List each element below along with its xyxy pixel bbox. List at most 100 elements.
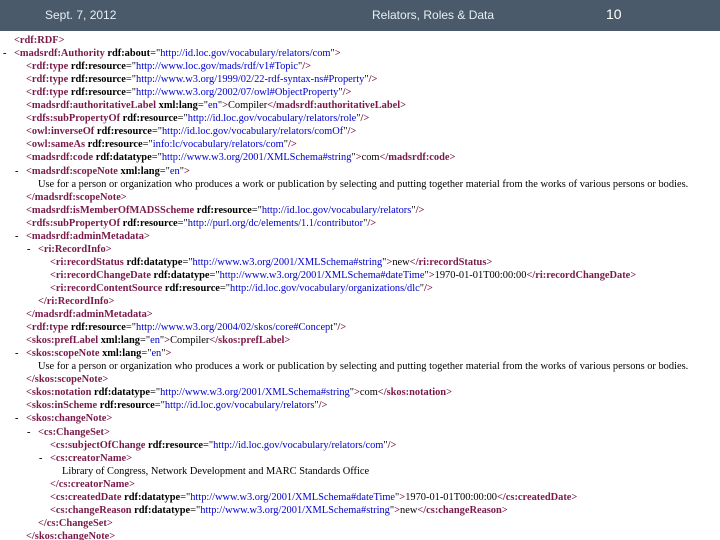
collapse-toggle[interactable]: - (15, 347, 26, 360)
xml-text: =" (125, 61, 137, 73)
xml-text: Use for a person or organization who pro… (38, 178, 689, 190)
xml-line: Library of Congress, Network Development… (51, 465, 369, 478)
xml-text: new (392, 256, 410, 268)
xml-attribute-name: rdf:resource (122, 113, 178, 125)
xml-line: </madsrdf:scopeNote> (15, 191, 127, 204)
xml-text: Compiler (170, 335, 210, 347)
slide-date: Sept. 7, 2012 (45, 8, 117, 22)
xml-line: </madsrdf:adminMetadata> (15, 308, 153, 321)
xml-tag: <skos:changeNote> (26, 413, 113, 425)
xml-tag: </cs:changeReason> (417, 504, 508, 516)
xml-line: <owl:sameAs rdf:resource="info:lc/vocabu… (15, 138, 297, 151)
xml-line: <rdf:type rdf:resource="http://www.w3.or… (15, 73, 377, 86)
xml-tag: /> (318, 400, 328, 412)
xml-tag: <owl:sameAs (26, 139, 88, 151)
xml-text: =" (251, 204, 262, 216)
xml-tag: </madsrdf:code> (379, 152, 456, 164)
xml-tag: </madsrdf:adminMetadata> (26, 309, 153, 321)
collapse-toggle[interactable]: - (3, 47, 14, 60)
collapse-toggle[interactable]: - (27, 426, 38, 439)
xml-line: <skos:inScheme rdf:resource="http://id.l… (15, 399, 327, 412)
xml-line: <rdf:type rdf:resource="http://www.loc.g… (15, 60, 311, 73)
xml-tag: <ri:RecordInfo> (38, 243, 112, 255)
xml-text: Library of Congress, Network Development… (62, 465, 370, 477)
collapse-toggle[interactable]: - (27, 243, 38, 256)
xml-line: </skos:scopeNote> (15, 373, 108, 386)
xml-attribute-value: http://www.w3.org/2001/XMLSchema#string (192, 256, 383, 268)
xml-text: =" (125, 74, 137, 86)
xml-attribute-value: http://www.w3.org/2001/XMLSchema#dateTim… (219, 269, 425, 281)
xml-text: =" (182, 256, 193, 268)
xml-text: =" (159, 165, 170, 177)
collapse-toggle[interactable]: - (15, 230, 26, 243)
xml-line: <skos:prefLabel xml:lang="en">Compiler</… (15, 334, 290, 347)
xml-line: <cs:subjectOfChange rdf:resource="http:/… (39, 439, 396, 452)
xml-line: </cs:creatorName> (39, 478, 135, 491)
xml-tag: <skos:scopeNote (26, 348, 103, 360)
xml-line: <owl:inverseOf rdf:resource="http://id.l… (15, 125, 356, 138)
xml-tag: /> (337, 322, 347, 334)
xml-attribute-value: http://id.loc.gov/vocabulary/organizatio… (230, 282, 420, 294)
xml-text: =" (154, 400, 165, 412)
collapse-toggle[interactable]: - (15, 412, 26, 425)
xml-tag: </ri:recordStatus> (409, 256, 493, 268)
xml-attribute-name: rdf:datatype (126, 256, 183, 268)
xml-tag: </ri:RecordInfo> (38, 296, 115, 307)
xml-attribute-name: rdf:resource (70, 74, 126, 86)
xml-line: - <madsrdf:Authority rdf:about="http://id… (3, 47, 341, 60)
xml-line: <madsrdf:authoritativeLabel xml:lang="en… (15, 99, 406, 112)
slide-header: Sept. 7, 2012 Relators, Roles & Data 10 (0, 0, 720, 31)
xml-line: <cs:changeReason rdf:datatype="http://ww… (39, 504, 508, 517)
xml-text: =" (142, 139, 153, 151)
xml-text: =" (125, 87, 137, 99)
xml-tag: </cs:creatorName> (50, 478, 135, 490)
xml-line: - <madsrdf:scopeNote xml:lang="en"> (15, 165, 190, 178)
xml-tag: <madsrdf:authoritativeLabel (26, 100, 159, 112)
xml-tag: <madsrdf:Authority (14, 48, 108, 60)
xml-text: =" (151, 126, 162, 138)
xml-tag: </cs:ChangeSet> (38, 517, 113, 529)
xml-tag: <rdfs:subPropertyOf (26, 217, 123, 229)
xml-tag: <owl:inverseOf (26, 126, 97, 138)
xml-tag: /> (342, 87, 352, 99)
xml-attribute-value: http://www.w3.org/2004/02/skos/core#Conc… (136, 322, 334, 334)
xml-tag: <rdf:type (26, 61, 71, 73)
xml-tag: </ri:recordChangeDate> (526, 269, 637, 281)
xml-text: =" (177, 217, 188, 229)
xml-attribute-value: http://www.loc.gov/mads/rdf/v1#Topic (136, 61, 298, 73)
xml-attribute-value: http://id.loc.gov/vocabulary/relators (261, 204, 412, 216)
xml-tag: </madsrdf:authoritativeLabel> (267, 100, 407, 112)
xml-text: =" (150, 387, 161, 399)
xml-attribute-name: rdf:resource (87, 139, 143, 151)
xml-tag: > (183, 165, 190, 177)
xml-line: <cs:createdDate rdf:datatype="http://www… (39, 491, 577, 504)
collapse-toggle[interactable]: - (15, 165, 26, 178)
xml-attribute-value: http://id.loc.gov/vocabulary/relators/co… (213, 439, 384, 451)
xml-tag: > (165, 348, 172, 360)
xml-tag: /> (360, 113, 370, 125)
xml-line: <madsrdf:isMemberOfMADSScheme rdf:resour… (15, 204, 424, 217)
xml-attribute-value: http://www.w3.org/2001/XMLSchema#string (160, 387, 350, 399)
xml-attribute-value: http://id.loc.gov/vocabulary/relators (164, 400, 315, 412)
xml-tag: /> (347, 126, 357, 138)
xml-line: <ri:recordChangeDate rdf:datatype="http:… (39, 269, 636, 282)
xml-text: =" (177, 113, 188, 125)
xml-attribute-value: info:lc/vocabulary/relators/com (152, 139, 284, 151)
xml-attribute-value: http://www.w3.org/1999/02/22-rdf-syntax-… (136, 74, 365, 86)
xml-line: <madsrdf:code rdf:datatype="http://www.w… (15, 151, 455, 164)
xml-tag: /> (415, 204, 425, 216)
xml-attribute-name: rdf:resource (122, 217, 178, 229)
xml-attribute-value: http://www.w3.org/2001/XMLSchema#string (161, 152, 352, 164)
slide-title: Relators, Roles & Data (372, 8, 495, 22)
xml-tag: /> (288, 139, 297, 151)
xml-tag: /> (368, 74, 378, 86)
xml-tag: <rdf:type (26, 74, 71, 86)
xml-line: <rdfs:subPropertyOf rdf:resource="http:/… (15, 217, 376, 230)
xml-line: - <ri:RecordInfo> (27, 243, 112, 256)
xml-tag: > (334, 48, 341, 60)
xml-text: 1970-01-01T00:00:00 (405, 491, 497, 503)
xml-text: com (359, 387, 378, 399)
xml-tag: <cs:subjectOfChange (50, 439, 148, 451)
xml-tag: /> (367, 217, 377, 229)
collapse-toggle[interactable]: - (39, 452, 50, 465)
